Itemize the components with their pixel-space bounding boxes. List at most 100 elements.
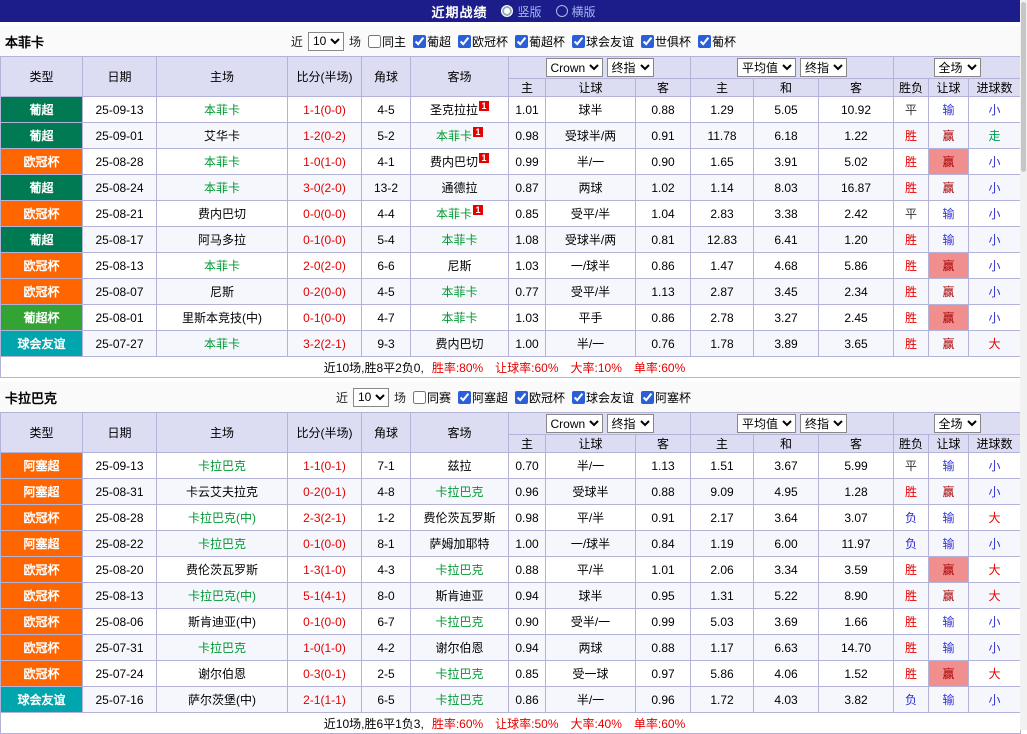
league-filter[interactable]: 阿塞杯: [641, 389, 691, 406]
result-goals: 小: [969, 479, 1021, 505]
avg-away-odds: 1.52: [819, 661, 894, 687]
odds-home: 1.00: [509, 331, 546, 357]
handicap-line: 平/半: [546, 557, 636, 583]
column-header: 客场: [411, 57, 509, 97]
fullmatch-select[interactable]: 全场: [934, 58, 981, 77]
odds-group-header: Crown终指: [509, 413, 691, 435]
avg-away-odds: 5.99: [819, 453, 894, 479]
bookmaker-select[interactable]: Crown: [546, 58, 603, 77]
corner-score: 6-5: [362, 687, 411, 713]
league-checkbox[interactable]: [698, 35, 711, 48]
avg-away-odds: 2.42: [819, 201, 894, 227]
league-checkbox[interactable]: [515, 391, 528, 404]
odds-home: 1.03: [509, 253, 546, 279]
home-team: 斯肯迪亚(中): [188, 615, 256, 629]
avg-home-odds: 1.51: [691, 453, 754, 479]
same-checkbox[interactable]: [413, 391, 426, 404]
corner-score: 4-5: [362, 279, 411, 305]
result-handicap: 赢: [929, 149, 969, 175]
league-checkbox[interactable]: [515, 35, 528, 48]
odds-away: 0.84: [636, 531, 691, 557]
away-team: 本菲卡: [436, 207, 472, 221]
odds-home: 0.90: [509, 609, 546, 635]
league-checkbox[interactable]: [413, 35, 426, 48]
summary-stat: 让球率:60%: [495, 361, 558, 375]
league-checkbox[interactable]: [641, 391, 654, 404]
layout-option-horizontal[interactable]: 横版: [556, 3, 596, 20]
same-filter[interactable]: 同赛: [413, 389, 451, 406]
odds-home: 0.70: [509, 453, 546, 479]
handicap-line: 受平/半: [546, 201, 636, 227]
league-filter[interactable]: 欧冠杯: [515, 389, 565, 406]
column-header: 比分(半场): [288, 413, 362, 453]
home-team-cell: 谢尔伯恩: [157, 661, 288, 687]
home-team-cell: 本菲卡: [157, 149, 288, 175]
odds-home: 1.08: [509, 227, 546, 253]
league-filter-label: 球会友谊: [586, 389, 634, 406]
final-index-select[interactable]: 终指: [800, 58, 847, 77]
league-filter[interactable]: 葡超杯: [515, 33, 565, 50]
match-score: 2-1(1-1): [288, 687, 362, 713]
layout-option-vertical[interactable]: 竖版: [501, 3, 541, 20]
column-header: 让球: [929, 79, 969, 97]
odds-home: 0.98: [509, 123, 546, 149]
match-score: 2-0(2-0): [288, 253, 362, 279]
match-date: 25-07-24: [83, 661, 157, 687]
match-score: 3-2(2-1): [288, 331, 362, 357]
home-team-cell: 本菲卡: [157, 97, 288, 123]
match-score: 5-1(4-1): [288, 583, 362, 609]
result-handicap: 输: [929, 687, 969, 713]
league-badge: 球会友谊: [1, 331, 83, 357]
same-checkbox[interactable]: [368, 35, 381, 48]
league-filter-label: 阿塞杯: [655, 389, 691, 406]
league-badge: 阿塞超: [1, 479, 83, 505]
result-goals: 大: [969, 583, 1021, 609]
league-filter[interactable]: 阿塞超: [458, 389, 508, 406]
result-handicap: 赢: [929, 557, 969, 583]
scrollbar-track[interactable]: [1020, 0, 1027, 730]
league-filter[interactable]: 葡杯: [698, 33, 736, 50]
avg-away-odds: 3.82: [819, 687, 894, 713]
home-team: 本菲卡: [204, 337, 240, 351]
result-goals: 大: [969, 331, 1021, 357]
final-index-select[interactable]: 终指: [607, 58, 654, 77]
bookmaker-select[interactable]: Crown: [546, 414, 603, 433]
league-checkbox[interactable]: [572, 391, 585, 404]
avg-away-odds: 1.22: [819, 123, 894, 149]
league-badge: 葡超杯: [1, 305, 83, 331]
table-row: 欧冠杯25-08-28卡拉巴克(中)2-3(2-1)1-2费伦茨瓦罗斯0.98平…: [1, 505, 1021, 531]
league-filter[interactable]: 球会友谊: [572, 33, 634, 50]
red-card-badge: 1: [479, 101, 489, 111]
fullmatch-select[interactable]: 全场: [934, 414, 981, 433]
summary-stat: 大率:10%: [571, 361, 622, 375]
league-checkbox[interactable]: [572, 35, 585, 48]
match-count-select[interactable]: 10: [353, 388, 389, 407]
average-select[interactable]: 平均值: [737, 414, 796, 433]
average-select[interactable]: 平均值: [737, 58, 796, 77]
league-filter[interactable]: 球会友谊: [572, 389, 634, 406]
final-index-select[interactable]: 终指: [800, 414, 847, 433]
away-team: 本菲卡: [441, 311, 477, 325]
handicap-line: 受球半: [546, 479, 636, 505]
radio-label-vertical: 竖版: [517, 3, 541, 20]
result-wdl: 胜: [894, 175, 929, 201]
league-badge: 球会友谊: [1, 687, 83, 713]
league-filter[interactable]: 葡超: [413, 33, 451, 50]
same-filter[interactable]: 同主: [368, 33, 406, 50]
match-count-select[interactable]: 10: [308, 32, 344, 51]
avg-away-odds: 11.97: [819, 531, 894, 557]
league-filter-label: 世俱杯: [655, 33, 691, 50]
scrollbar-thumb[interactable]: [1021, 2, 1026, 172]
league-checkbox[interactable]: [458, 391, 471, 404]
summary-prefix: 近10场,胜6平1负3,: [324, 717, 424, 731]
league-filter[interactable]: 世俱杯: [641, 33, 691, 50]
table-row: 阿塞超25-08-22卡拉巴克0-1(0-0)8-1萨姆加耶特1.00一/球半0…: [1, 531, 1021, 557]
league-filter[interactable]: 欧冠杯: [458, 33, 508, 50]
final-index-select[interactable]: 终指: [607, 414, 654, 433]
odds-away: 1.02: [636, 175, 691, 201]
near-label: 近: [291, 33, 303, 50]
avg-draw-odds: 3.69: [754, 609, 819, 635]
league-checkbox[interactable]: [458, 35, 471, 48]
league-checkbox[interactable]: [641, 35, 654, 48]
match-date: 25-09-01: [83, 123, 157, 149]
